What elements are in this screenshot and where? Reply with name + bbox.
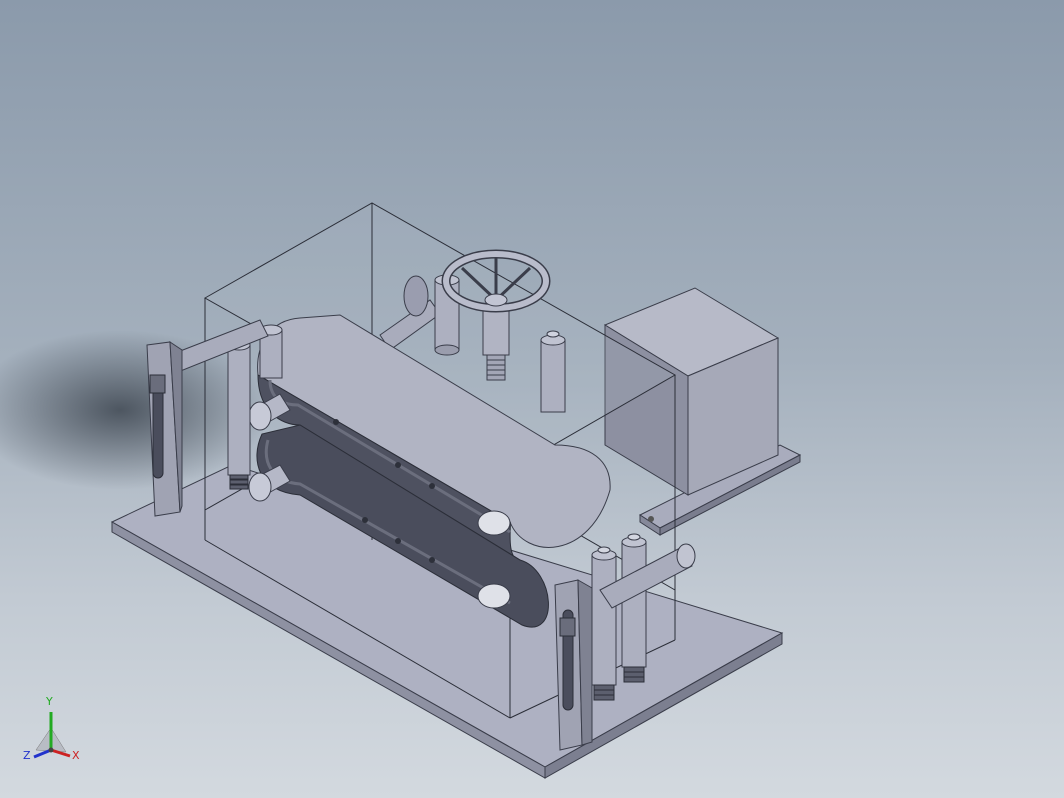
spring: [229, 474, 249, 490]
support-pillar[interactable]: [540, 330, 566, 413]
guide-pillar[interactable]: [227, 336, 251, 476]
guide-pillar[interactable]: [591, 546, 617, 701]
y-axis-label: Y: [46, 695, 53, 708]
cad-model-assembly[interactable]: [0, 0, 1064, 798]
graphics-viewport[interactable]: Y X Z: [0, 0, 1064, 798]
x-axis-label: X: [72, 749, 80, 762]
z-axis-label: Z: [23, 749, 31, 762]
adjusting-screw[interactable]: [482, 304, 510, 381]
z-axis: [33, 748, 52, 759]
view-orientation-triad[interactable]: Y X Z: [18, 696, 88, 770]
triad-origin: [48, 747, 54, 753]
right-side-plate[interactable]: [554, 579, 593, 751]
left-side-plate[interactable]: [146, 341, 183, 517]
guide-pillar[interactable]: [621, 533, 647, 683]
